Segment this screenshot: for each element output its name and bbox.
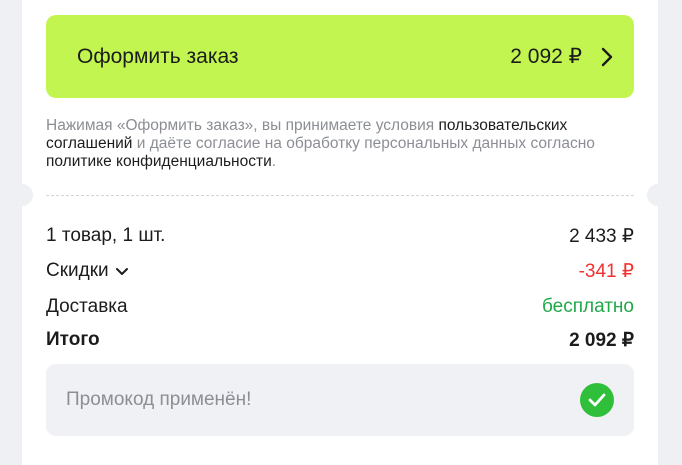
delivery-row: Доставка бесплатно xyxy=(46,294,634,320)
total-row: Итого 2 092 ₽ xyxy=(46,327,634,353)
discount-toggle[interactable]: Скидки xyxy=(46,260,129,282)
agreement-text-part3: . xyxy=(271,153,277,170)
discount-label: Скидки xyxy=(46,260,109,281)
agreement-text: Нажимая «Оформить заказ», вы принимаете … xyxy=(46,117,638,171)
promo-code-status-text: Промокод применён! xyxy=(66,389,252,410)
delivery-value: бесплатно xyxy=(541,296,634,317)
total-label: Итого xyxy=(46,329,100,350)
items-label: 1 товар, 1 шт. xyxy=(46,225,166,246)
privacy-policy-link[interactable]: политике конфиденциальности xyxy=(46,153,272,170)
checkout-button[interactable]: Оформить заказ 2 092 ₽ xyxy=(46,15,634,98)
checkout-button-right: 2 092 ₽ xyxy=(510,44,614,69)
total-value: 2 092 ₽ xyxy=(569,329,634,351)
discount-row: Скидки -341 ₽ xyxy=(46,258,634,284)
delivery-label: Доставка xyxy=(46,296,128,317)
chevron-down-icon xyxy=(115,267,128,275)
dashed-divider xyxy=(46,195,634,196)
items-row: 1 товар, 1 шт. 2 433 ₽ xyxy=(46,223,634,249)
checkout-button-label: Оформить заказ xyxy=(77,44,239,68)
chevron-right-icon xyxy=(601,47,613,66)
card-notch-right xyxy=(647,184,669,206)
promo-code-status[interactable]: Промокод применён! xyxy=(46,364,634,436)
card-notch-left xyxy=(11,184,33,206)
checkout-button-price: 2 092 ₽ xyxy=(510,45,582,68)
agreement-text-part2: и даёте согласие на обработку персональн… xyxy=(132,135,595,152)
agreement-text-part1: Нажимая «Оформить заказ», вы принимаете … xyxy=(46,117,439,134)
discount-value: -341 ₽ xyxy=(578,260,634,282)
items-value: 2 433 ₽ xyxy=(569,225,634,247)
check-circle-icon xyxy=(580,383,614,417)
